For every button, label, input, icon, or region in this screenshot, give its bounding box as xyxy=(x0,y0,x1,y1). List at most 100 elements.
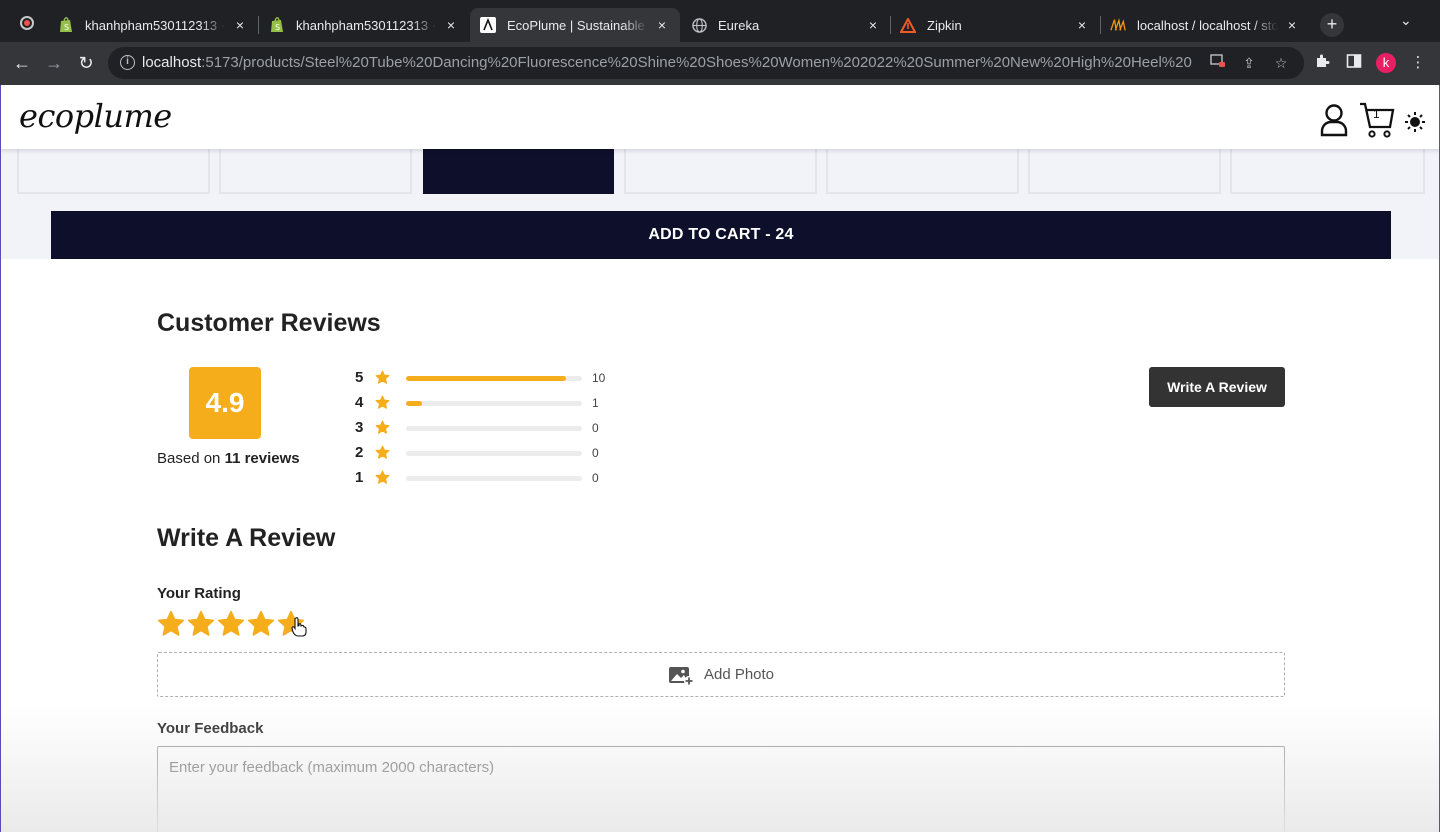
tab-title: Zipkin xyxy=(927,17,962,33)
star-icon xyxy=(375,370,390,385)
share-icon[interactable]: ⇪ xyxy=(1239,53,1259,73)
url-text[interactable]: localhost:5173/products/Steel%20Tube%20D… xyxy=(142,54,1192,71)
customer-reviews-heading: Customer Reviews xyxy=(157,309,381,337)
shopify-icon: S xyxy=(58,17,74,33)
browser-tab-bar: S khanhpham530112313 · F × S khanhpham53… xyxy=(0,0,1440,42)
add-photo-button[interactable]: Add Photo xyxy=(157,652,1285,697)
rating-row-count: 0 xyxy=(592,471,599,485)
browser-tab-5[interactable]: Zipkin × xyxy=(890,8,1100,42)
svg-text:S: S xyxy=(275,23,280,32)
rating-bar-track xyxy=(406,476,582,481)
side-panel-icon[interactable] xyxy=(1344,53,1364,73)
rating-row-count: 0 xyxy=(592,421,599,435)
variant-option[interactable] xyxy=(1230,149,1425,194)
rating-bar-fill xyxy=(406,401,423,406)
tab-close-icon[interactable]: × xyxy=(865,17,881,33)
site-info-icon[interactable]: i xyxy=(120,55,135,70)
back-arrow-icon[interactable]: ← xyxy=(10,51,34,75)
variant-option[interactable] xyxy=(624,149,817,194)
profile-avatar[interactable]: k xyxy=(1376,53,1396,73)
rating-row-5: 5 10 xyxy=(355,369,615,389)
tab-close-icon[interactable]: × xyxy=(654,17,670,33)
rating-bar-track xyxy=(406,376,582,381)
hand-cursor-icon xyxy=(291,617,307,637)
review-count-text: Based on 11 reviews xyxy=(157,450,300,467)
rating-bar-fill xyxy=(406,376,566,381)
based-on-count: 11 reviews xyxy=(224,450,300,467)
ecoplume-icon xyxy=(480,17,496,33)
rating-row-count: 10 xyxy=(592,371,606,385)
shopify-icon: S xyxy=(269,17,285,33)
rating-star-1-icon[interactable] xyxy=(157,610,185,638)
cart-count-badge: 1 xyxy=(1373,107,1380,121)
browser-tab-6[interactable]: localhost / localhost / sto × xyxy=(1100,8,1310,42)
site-logo[interactable]: ecoplume xyxy=(19,97,172,135)
site-header: ecoplume 1 xyxy=(1,85,1439,149)
variant-option-selected[interactable] xyxy=(423,149,614,194)
more-menu-icon[interactable]: ⋮ xyxy=(1408,53,1428,73)
tab-close-icon[interactable]: × xyxy=(232,17,248,33)
browser-tab-active[interactable]: EcoPlume | Sustainable S × xyxy=(470,8,680,42)
globe-icon xyxy=(691,17,707,33)
url-host: localhost xyxy=(142,54,202,71)
blocked-popup-icon[interactable] xyxy=(1208,53,1228,73)
tab-close-icon[interactable]: × xyxy=(1284,17,1300,33)
zipkin-icon xyxy=(900,17,916,33)
rating-bar-track xyxy=(406,401,582,406)
rating-row-stars: 1 xyxy=(355,469,364,486)
recording-icon xyxy=(20,16,34,30)
user-icon[interactable] xyxy=(1319,103,1349,142)
tab-close-icon[interactable]: × xyxy=(1074,17,1090,33)
rating-row-4: 41 xyxy=(355,394,615,414)
rating-row-stars: 3 xyxy=(355,419,364,436)
star-icon xyxy=(375,445,390,460)
sun-theme-toggle-icon[interactable] xyxy=(1405,112,1425,137)
reload-icon[interactable]: ↻ xyxy=(74,51,98,75)
star-icon xyxy=(375,395,390,410)
rating-row-stars: 5 xyxy=(355,369,364,386)
write-review-heading: Write A Review xyxy=(157,524,336,552)
feedback-label: Your Feedback xyxy=(157,720,264,737)
tab-title: EcoPlume | Sustainable S xyxy=(507,17,648,33)
rating-star-4-icon[interactable] xyxy=(247,610,275,638)
variant-option[interactable] xyxy=(17,149,210,194)
variant-option[interactable] xyxy=(219,149,412,194)
tab-close-icon[interactable]: × xyxy=(443,17,459,33)
add-to-cart-button[interactable]: ADD TO CART - 24 xyxy=(51,211,1391,259)
variant-option[interactable] xyxy=(826,149,1019,194)
bookmark-star-icon[interactable]: ☆ xyxy=(1271,53,1291,73)
write-review-button[interactable]: Write A Review xyxy=(1149,367,1285,407)
average-rating-badge: 4.9 xyxy=(189,367,261,439)
address-bar[interactable]: i localhost:5173/products/Steel%20Tube%2… xyxy=(108,47,1304,79)
rating-bar-track xyxy=(406,426,582,431)
feedback-textarea[interactable] xyxy=(157,746,1285,832)
forward-arrow-icon[interactable]: → xyxy=(42,51,66,75)
cart-icon[interactable]: 1 xyxy=(1359,101,1395,144)
browser-tab-1[interactable]: S khanhpham530112313 · F × xyxy=(48,8,258,42)
based-on-prefix: Based on xyxy=(157,450,221,467)
rating-row-3: 30 xyxy=(355,419,615,439)
rating-star-input[interactable] xyxy=(157,610,307,638)
add-photo-label: Add Photo xyxy=(703,666,775,683)
browser-tab-2[interactable]: S khanhpham530112313 · A × xyxy=(259,8,469,42)
browser-toolbar: ← → ↻ i localhost:5173/products/Steel%20… xyxy=(0,42,1440,85)
star-icon xyxy=(375,470,390,485)
rating-label: Your Rating xyxy=(157,585,241,602)
new-tab-plus-icon[interactable]: + xyxy=(1320,13,1344,37)
extensions-puzzle-icon[interactable] xyxy=(1312,53,1332,73)
rating-row-count: 1 xyxy=(592,396,599,410)
url-path: :5173/products/Steel%20Tube%20Dancing%20… xyxy=(201,54,1192,71)
rating-bar-track xyxy=(406,451,582,456)
web-page: ecoplume 1 ADD TO CART - 24 Customer Rev… xyxy=(0,85,1440,832)
rating-row-count: 0 xyxy=(592,446,599,460)
rating-star-2-icon[interactable] xyxy=(187,610,215,638)
tab-search-chevron-icon[interactable]: ⌄ xyxy=(1400,12,1412,29)
rating-row-stars: 2 xyxy=(355,444,364,461)
tab-title: localhost / localhost / sto xyxy=(1137,17,1278,33)
rating-row-stars: 4 xyxy=(355,394,364,411)
rating-star-3-icon[interactable] xyxy=(217,610,245,638)
browser-tab-4[interactable]: Eureka × xyxy=(681,8,891,42)
star-icon xyxy=(375,420,390,435)
tab-title: khanhpham530112313 · A xyxy=(296,17,437,33)
variant-option[interactable] xyxy=(1028,149,1221,194)
